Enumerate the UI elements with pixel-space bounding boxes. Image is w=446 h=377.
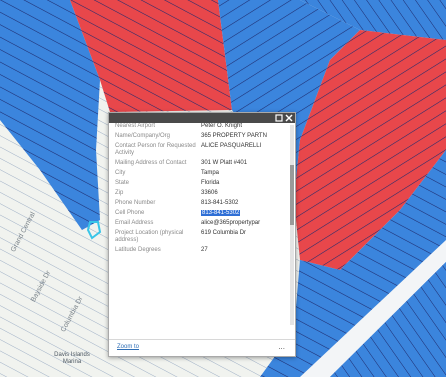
zoom-to-link[interactable]: Zoom to — [117, 344, 139, 350]
attribute-row: State Florida — [113, 179, 289, 189]
attribute-key: Zip — [115, 190, 124, 196]
attribute-row: Email Address alice@365propertypar — [113, 219, 289, 229]
attribute-key: Contact Person for Requested Activity — [115, 143, 196, 156]
more-options-icon[interactable]: ... — [278, 342, 285, 351]
attribute-value: Florida — [201, 180, 220, 186]
attribute-value: alice@365propertypar — [201, 220, 261, 226]
attribute-row: Phone Number 813-841-5302 — [113, 199, 289, 209]
attribute-key: Latitude Degrees — [115, 247, 161, 253]
attribute-value: 33606 — [201, 190, 218, 196]
attribute-key: Nearest Airport — [115, 123, 156, 129]
attribute-value: 813-841-5302 — [201, 200, 239, 206]
attribute-row: Contact Person for Requested Activity AL… — [113, 142, 289, 159]
attribute-row: Zip 33606 — [113, 189, 289, 199]
attribute-row: Nearest Airport Peter O. Knight — [113, 123, 289, 132]
attribute-key: Phone Number — [115, 200, 156, 206]
attribute-row: Mailing Address of Contact 301 W Platt #… — [113, 159, 289, 169]
scrollbar-thumb[interactable] — [290, 165, 294, 225]
attribute-row: Name/Company/Org 365 PROPERTY PARTN — [113, 132, 289, 142]
attribute-key: Project Location (physical address) — [115, 230, 184, 243]
attribute-value: ALICE PASQUARELLI — [201, 143, 262, 149]
selected-text[interactable]: 813-841-5302 — [201, 210, 241, 216]
attribute-value: Peter O. Knight — [201, 123, 243, 129]
attribute-row: Cell Phone 813-841-5302 — [113, 209, 289, 219]
attribute-key: Cell Phone — [115, 210, 145, 216]
close-icon[interactable] — [285, 114, 293, 122]
attribute-key: Mailing Address of Contact — [115, 160, 187, 166]
popup-body[interactable]: Nearest Airport Peter O. Knight Name/Com… — [109, 123, 289, 336]
popup-scrollbar[interactable] — [290, 125, 294, 325]
poi-label: Davis Islands Marina — [54, 352, 90, 365]
attribute-table: Nearest Airport Peter O. Knight Name/Com… — [113, 123, 289, 256]
attribute-row: City Tampa — [113, 169, 289, 179]
attribute-row: Project Location (physical address) 619 … — [113, 229, 289, 246]
attribute-value: 619 Columbia Dr — [201, 230, 247, 236]
attribute-value: 27 — [201, 247, 208, 253]
maximize-icon[interactable] — [275, 114, 283, 122]
attribute-key: Email Address — [115, 220, 154, 226]
attribute-key: State — [115, 180, 130, 186]
attribute-value: 301 W Platt #401 — [201, 160, 248, 166]
popup-header — [109, 113, 295, 123]
attribute-row: Latitude Degrees 27 — [113, 246, 289, 256]
attribute-key: City — [115, 170, 126, 176]
popup-footer: Zoom to ... — [109, 339, 295, 356]
attribute-value: Tampa — [201, 170, 220, 176]
attribute-key: Name/Company/Org — [115, 133, 171, 139]
attribute-value: 365 PROPERTY PARTN — [201, 133, 267, 139]
feature-popup[interactable]: Nearest Airport Peter O. Knight Name/Com… — [108, 112, 296, 357]
